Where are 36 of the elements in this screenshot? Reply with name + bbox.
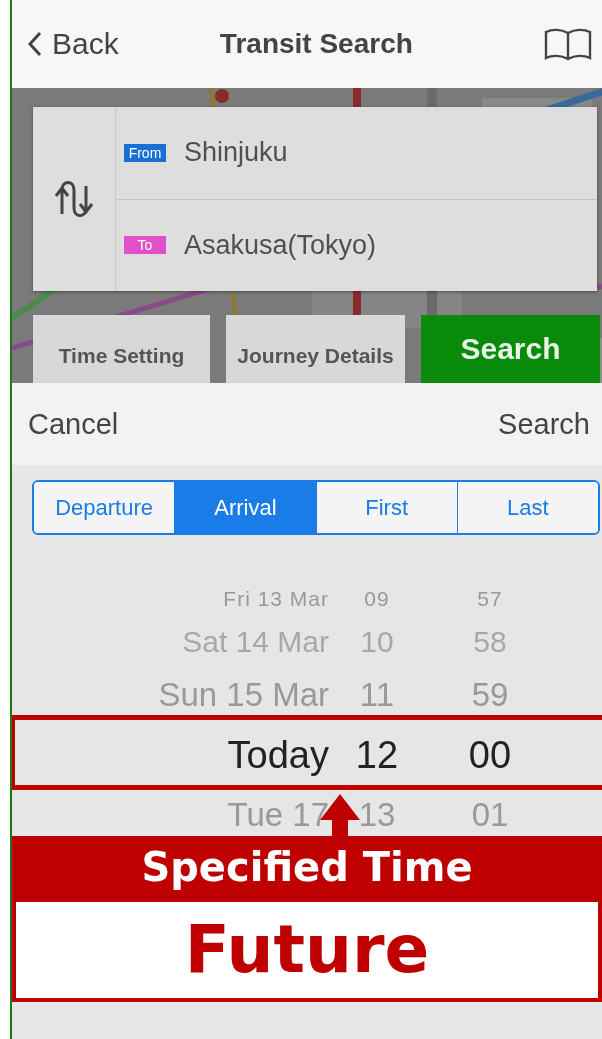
picker-hour: 12 [355,733,399,777]
picker-hour: 09 [364,587,390,611]
picker-hour: 10 [360,625,394,659]
picker-minute: 00 [468,733,512,777]
search-button[interactable]: Search [421,315,600,383]
station-tag: To [124,236,166,255]
picker-minute: 01 [471,796,509,834]
swap-icon [54,178,94,220]
back-button[interactable]: Back [28,27,119,61]
callout-banner: Specified Time [12,836,602,898]
chevron-left-icon [28,31,42,57]
search-button[interactable]: Search [498,407,590,441]
book-button[interactable] [544,27,592,61]
screen-title: Transit Search [218,28,414,60]
picker-date: Sat 14 Mar [182,625,329,659]
book-icon [544,27,592,61]
option-button[interactable]: Journey Details [226,315,405,383]
picker-minute: 57 [477,587,503,611]
picker-date: Fri 13 Mar [223,587,329,611]
picker-date: Tue 17 [227,796,329,834]
station-field[interactable]: From Shinjuku [116,107,597,200]
picker-hour: 13 [358,796,396,834]
picker-date: Today [227,733,329,777]
callout-label: Future [12,898,602,1002]
option-button[interactable]: Time Setting [33,315,210,383]
mode-tab[interactable]: Last [456,482,598,533]
mode-tab[interactable]: Departure [34,482,175,533]
picker-minute: 59 [471,676,509,714]
cancel-button[interactable]: Cancel [28,407,119,441]
picker-hour: 11 [359,676,395,714]
station-field[interactable]: To Asakusa(Tokyo) [116,199,597,291]
station-tag: From [124,143,166,162]
mode-tab[interactable]: First [315,482,457,533]
picker-minute: 58 [473,625,507,659]
picker-date: Sun 15 Mar [158,676,329,714]
mode-tab[interactable]: Arrival [174,482,316,533]
